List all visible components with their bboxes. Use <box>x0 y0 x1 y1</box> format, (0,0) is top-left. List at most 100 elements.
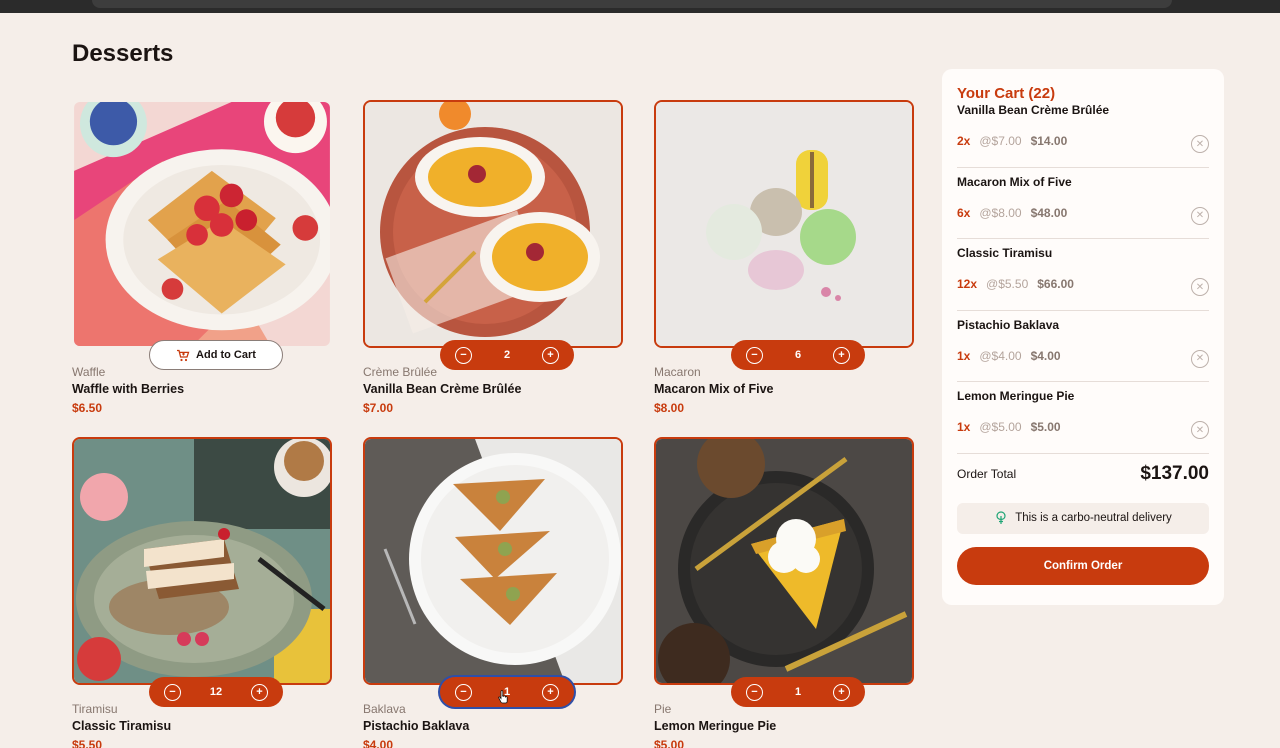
increment-button[interactable]: + <box>251 683 268 701</box>
product-category: Pie <box>654 702 672 716</box>
quantity-stepper: − 1 + <box>731 677 865 707</box>
cart-item-name: Classic Tiramisu <box>957 246 1053 260</box>
product-name: Vanilla Bean Crème Brûlée <box>363 382 522 396</box>
cart-item-total: $66.00 <box>1037 277 1074 291</box>
hand-cursor-icon <box>498 690 508 704</box>
product-price: $7.00 <box>363 401 394 415</box>
remove-item-icon[interactable]: ✕ <box>1191 206 1209 225</box>
cart-item-name: Vanilla Bean Crème Brûlée <box>957 103 1110 117</box>
product-price: $6.50 <box>72 401 103 415</box>
cart-item-details: 6x @$8.00 $48.00 <box>957 206 1067 220</box>
remove-item-icon[interactable]: ✕ <box>1191 349 1209 368</box>
tiramisu-image <box>74 439 330 683</box>
quantity-value: 6 <box>794 349 802 361</box>
cart-item-total: $14.00 <box>1030 134 1068 148</box>
cart-item-name: Pistachio Baklava <box>957 317 1060 332</box>
cart-item-name: Lemon Meringue Pie <box>957 389 1075 403</box>
carbon-neutral-text: This is a carbo-neutral delivery <box>1015 512 1172 524</box>
product-image-baklava <box>363 437 623 685</box>
quantity-stepper: − 12 + <box>149 677 283 707</box>
product-category: Tiramisu <box>72 702 118 716</box>
product-card-pie: − 1 + Pie Lemon Meringue Pie $5.00 <box>654 437 914 748</box>
cart-item-total: $5.00 <box>1030 420 1061 434</box>
quantity-value: 12 <box>209 686 223 698</box>
product-name: Lemon Meringue Pie <box>654 719 777 733</box>
decrement-button[interactable]: − <box>455 346 472 364</box>
cart-item: Pistachio Baklava 1x @$4.00 $4.00 ✕ <box>957 311 1209 382</box>
increment-button[interactable]: + <box>542 683 559 701</box>
order-total-label: Order Total <box>957 466 1017 481</box>
product-image-creme-brulee <box>363 100 623 348</box>
quantity-stepper: − 2 + <box>440 340 574 370</box>
product-price: $5.50 <box>72 738 103 748</box>
cart-item-details: 1x @$4.00 $4.00 <box>957 349 1061 363</box>
creme-brulee-image <box>365 102 621 346</box>
address-bar[interactable] <box>92 0 1172 8</box>
cart-item-name: Macaron Mix of Five <box>957 174 1072 189</box>
remove-item-icon[interactable]: ✕ <box>1191 135 1209 153</box>
product-card-waffle: Add to Cart Waffle Waffle with Berries $… <box>72 100 332 415</box>
cart-item-unit-price: @$5.50 <box>986 277 1029 291</box>
quantity-value: 1 <box>794 686 802 698</box>
product-image-pie <box>654 437 914 685</box>
increment-button[interactable]: + <box>833 346 850 364</box>
decrement-button[interactable]: − <box>746 346 763 364</box>
product-image-tiramisu <box>72 437 332 685</box>
cart-item: Vanilla Bean Crème Brûlée 2x @$7.00 $14.… <box>957 96 1209 168</box>
product-name: Waffle with Berries <box>72 382 185 396</box>
increment-button[interactable]: + <box>833 683 850 701</box>
increment-button[interactable]: + <box>542 346 559 364</box>
waffle-image <box>74 102 330 346</box>
tree-icon <box>996 511 1006 524</box>
order-total-row: Order Total $137.00 <box>957 454 1209 494</box>
confirm-order-button[interactable]: Confirm Order <box>957 546 1209 585</box>
cart-item-qty: 1x <box>957 420 971 434</box>
cart-item-details: 1x @$5.00 $5.00 <box>957 420 1061 434</box>
product-price: $4.00 <box>363 738 394 748</box>
cart-item-details: 2x @$7.00 $14.00 <box>957 134 1067 148</box>
cart-item: Lemon Meringue Pie 1x @$5.00 $5.00 ✕ <box>957 382 1209 454</box>
add-to-cart-button[interactable]: Add to Cart <box>149 340 283 370</box>
product-card-tiramisu: − 12 + Tiramisu Classic Tiramisu $5.50 <box>72 437 332 748</box>
page-title: Desserts <box>72 40 174 67</box>
product-category: Crème Brûlée <box>363 365 438 379</box>
carbon-neutral-notice: This is a carbo-neutral delivery <box>957 502 1209 534</box>
cart-item-qty: 12x <box>957 277 978 291</box>
decrement-button[interactable]: − <box>746 683 763 701</box>
product-price: $8.00 <box>654 401 685 415</box>
product-name: Macaron Mix of Five <box>654 382 774 396</box>
add-to-cart-label: Add to Cart <box>196 349 256 361</box>
pie-image <box>656 439 912 683</box>
order-total-value: $137.00 <box>1140 462 1209 484</box>
product-card-creme-brulee: − 2 + Crème Brûlée Vanilla Bean Crème Br… <box>363 100 623 415</box>
macaron-image <box>656 102 912 346</box>
cart-item-unit-price: @$7.00 <box>979 134 1022 148</box>
cart-item-qty: 1x <box>957 348 971 363</box>
baklava-image <box>365 439 621 683</box>
cart-item-total: $48.00 <box>1030 205 1068 220</box>
decrement-button[interactable]: − <box>455 683 472 701</box>
cart-item-qty: 2x <box>957 134 971 148</box>
product-image-waffle <box>72 100 332 348</box>
product-category: Baklava <box>363 702 406 716</box>
cart-panel: Your Cart (22) Vanilla Bean Crème Brûlée… <box>942 69 1224 605</box>
cart-icon <box>177 349 190 361</box>
product-image-macaron <box>654 100 914 348</box>
cart-item-qty: 6x <box>957 205 971 220</box>
quantity-stepper: − 6 + <box>731 340 865 370</box>
product-price: $5.00 <box>654 738 685 748</box>
cart-item-total: $4.00 <box>1030 348 1061 363</box>
cart-item-unit-price: @$8.00 <box>979 205 1022 220</box>
product-name: Classic Tiramisu <box>72 719 172 733</box>
cart-item: Classic Tiramisu 12x @$5.50 $66.00 ✕ <box>957 239 1209 311</box>
product-name: Pistachio Baklava <box>363 719 470 733</box>
product-card-macaron: − 6 + Macaron Macaron Mix of Five $8.00 <box>654 100 914 415</box>
browser-topbar <box>0 0 1280 13</box>
remove-item-icon[interactable]: ✕ <box>1191 421 1209 439</box>
decrement-button[interactable]: − <box>164 683 181 701</box>
cart-item-unit-price: @$4.00 <box>979 348 1022 363</box>
cart-item-unit-price: @$5.00 <box>979 420 1022 434</box>
remove-item-icon[interactable]: ✕ <box>1191 278 1209 296</box>
product-card-baklava: − 1 + Baklava Pistachio Baklava $4.00 <box>363 437 623 748</box>
cart-item-details: 12x @$5.50 $66.00 <box>957 277 1074 291</box>
